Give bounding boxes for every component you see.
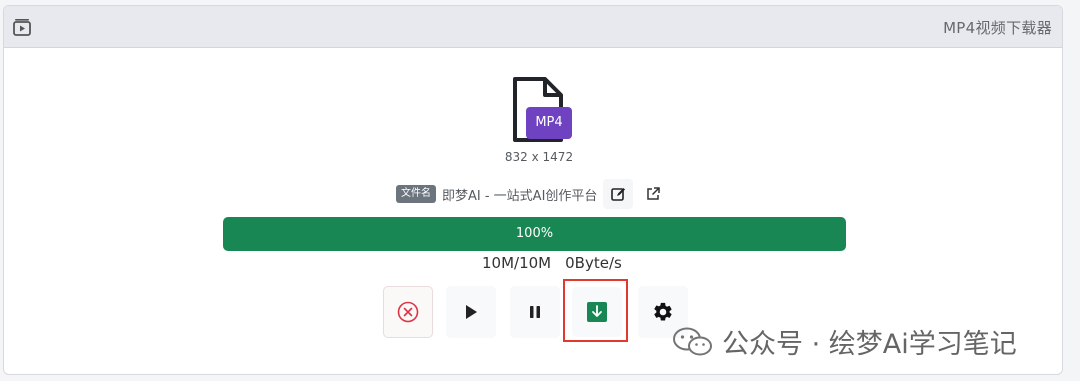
title-bar: MP4视频下载器 <box>4 6 1062 48</box>
file-type-badge: MP4 <box>526 107 572 139</box>
download-button[interactable] <box>572 287 622 337</box>
download-stats: 10M/10M 0Byte/s <box>482 254 636 272</box>
wechat-icon <box>673 327 712 355</box>
play-button[interactable] <box>446 286 496 338</box>
video-library-icon <box>13 19 31 36</box>
open-external-button[interactable] <box>641 182 665 206</box>
watermark: 公众号 · 绘梦Ai学习笔记 <box>672 322 1017 361</box>
pause-icon <box>530 306 540 318</box>
gear-icon <box>654 302 672 321</box>
play-icon <box>466 305 477 319</box>
circle-x-icon <box>397 301 419 323</box>
pause-button[interactable] <box>510 286 560 338</box>
filename-label-badge: 文件名 <box>396 185 436 203</box>
video-dimensions: 832 x 1472 <box>504 150 574 164</box>
downloaded-size: 10M/10M <box>482 254 552 272</box>
cancel-button[interactable] <box>383 286 433 338</box>
edit-icon <box>611 188 626 201</box>
download-progress-bar: 100% <box>223 217 846 251</box>
filename-text: 即梦AI - 一站式AI创作平台 <box>442 188 598 204</box>
download-icon <box>587 302 607 322</box>
watermark-text: 公众号 · 绘梦Ai学习笔记 <box>722 329 1017 360</box>
edit-filename-button[interactable] <box>603 179 634 209</box>
external-link-icon <box>647 187 661 200</box>
window-title: MP4视频下载器 <box>943 19 1052 37</box>
filename-row: 文件名 即梦AI - 一站式AI创作平台 <box>396 179 665 209</box>
downloader-window: MP4视频下载器 MP4 832 x 1472 文件名 即梦AI - 一站式AI… <box>3 5 1063 375</box>
download-speed: 0Byte/s <box>565 254 622 272</box>
progress-fill: 100% <box>223 217 846 251</box>
